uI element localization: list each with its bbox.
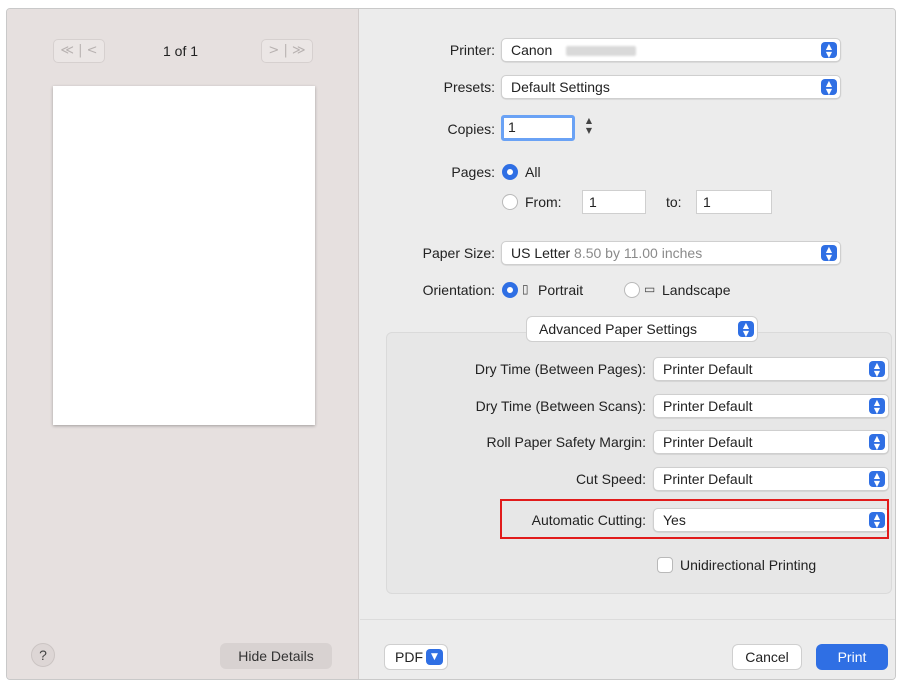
print-button[interactable]: Print <box>816 644 888 670</box>
cut-speed-label: Cut Speed: <box>575 471 646 487</box>
paper-size-popup[interactable]: US Letter 8.50 by 11.00 inches ▲ ▼ <box>501 241 841 265</box>
printer-label: Printer: <box>449 42 495 58</box>
help-button[interactable]: ? <box>31 643 55 667</box>
dry-time-scans-value: Printer Default <box>663 398 753 414</box>
dry-time-pages-label: Dry Time (Between Pages): <box>474 361 646 377</box>
page-counter: 1 of 1 <box>163 43 199 59</box>
popup-stepper-icon: ▲ ▼ <box>869 398 885 415</box>
copies-stepper[interactable]: ▲ ▼ <box>582 116 596 140</box>
page-preview <box>53 86 315 425</box>
paper-size-detail: 8.50 by 11.00 inches <box>574 245 703 261</box>
presets-value: Default Settings <box>511 79 610 95</box>
advanced-paper-settings-popup[interactable]: Advanced Paper Settings ▲ ▼ <box>526 316 758 342</box>
cut-speed-popup[interactable]: Printer Default ▲ ▼ <box>653 467 889 491</box>
dry-time-pages-value: Printer Default <box>663 361 753 377</box>
landscape-icon: ▭ <box>644 282 656 296</box>
roll-paper-margin-value: Printer Default <box>663 434 753 450</box>
pages-all-radio[interactable] <box>502 164 518 180</box>
orientation-landscape-label: Landscape <box>662 282 731 298</box>
pages-from-label: From: <box>525 194 562 210</box>
unidirectional-checkbox[interactable] <box>657 557 673 573</box>
redacted-model <box>566 46 637 57</box>
preview-pane: ≪ | < 1 of 1 > | ≫ ? Hide Details <box>7 9 359 679</box>
pages-to-label: to: <box>666 194 682 210</box>
cancel-button[interactable]: Cancel <box>732 644 802 670</box>
print-dialog: ≪ | < 1 of 1 > | ≫ ? Hide Details Printe… <box>6 8 896 680</box>
printer-value: Canon <box>511 42 553 58</box>
popup-stepper-icon: ▲ ▼ <box>738 321 754 338</box>
printer-popup[interactable]: Canon ▲ ▼ <box>501 38 841 62</box>
orientation-landscape-radio[interactable] <box>624 282 640 298</box>
cut-speed-value: Printer Default <box>663 471 753 487</box>
paper-size-value: US Letter <box>511 245 571 261</box>
popup-stepper-icon: ▲ ▼ <box>821 245 837 262</box>
paper-size-label: Paper Size: <box>422 245 495 261</box>
hide-details-button[interactable]: Hide Details <box>220 643 332 669</box>
pdf-label: PDF <box>395 649 423 665</box>
pages-all-label: All <box>525 164 541 180</box>
dry-time-scans-label: Dry Time (Between Scans): <box>475 398 646 414</box>
pages-from-radio[interactable] <box>502 194 518 210</box>
orientation-label: Orientation: <box>422 282 495 298</box>
presets-popup[interactable]: Default Settings ▲ ▼ <box>501 75 841 99</box>
unidirectional-label: Unidirectional Printing <box>680 557 817 573</box>
presets-label: Presets: <box>443 79 495 95</box>
settings-pane: Printer: Canon ▲ ▼ Presets: Default Setti… <box>360 9 895 679</box>
dry-time-pages-popup[interactable]: Printer Default ▲ ▼ <box>653 357 889 381</box>
dialog-footer: PDF ▼ Cancel Print <box>360 619 895 679</box>
first-prev-page-button[interactable]: ≪ | < <box>53 39 105 63</box>
pages-label: Pages: <box>451 164 495 180</box>
next-last-page-button[interactable]: > | ≫ <box>261 39 313 63</box>
roll-paper-margin-label: Roll Paper Safety Margin: <box>486 434 646 450</box>
popup-stepper-icon: ▲ ▼ <box>821 79 837 96</box>
pages-from-field[interactable]: 1 <box>582 190 646 214</box>
highlight-box <box>500 499 889 539</box>
orientation-portrait-radio[interactable] <box>502 282 518 298</box>
orientation-portrait-label: Portrait <box>538 282 584 298</box>
copies-field[interactable]: 1 <box>501 115 575 141</box>
pdf-menu-button[interactable]: PDF ▼ <box>384 644 448 670</box>
popup-stepper-icon: ▲ ▼ <box>821 42 837 59</box>
portrait-icon: ▯ <box>522 282 529 296</box>
popup-stepper-icon: ▲ ▼ <box>869 434 885 451</box>
popup-stepper-icon: ▲ ▼ <box>869 471 885 488</box>
roll-paper-margin-popup[interactable]: Printer Default ▲ ▼ <box>653 430 889 454</box>
pages-to-field[interactable]: 1 <box>696 190 772 214</box>
popup-stepper-icon: ▲ ▼ <box>869 361 885 378</box>
dry-time-scans-popup[interactable]: Printer Default ▲ ▼ <box>653 394 889 418</box>
chevron-down-icon: ▼ <box>426 649 443 665</box>
copies-label: Copies: <box>447 121 495 137</box>
section-popup-label: Advanced Paper Settings <box>539 321 697 337</box>
